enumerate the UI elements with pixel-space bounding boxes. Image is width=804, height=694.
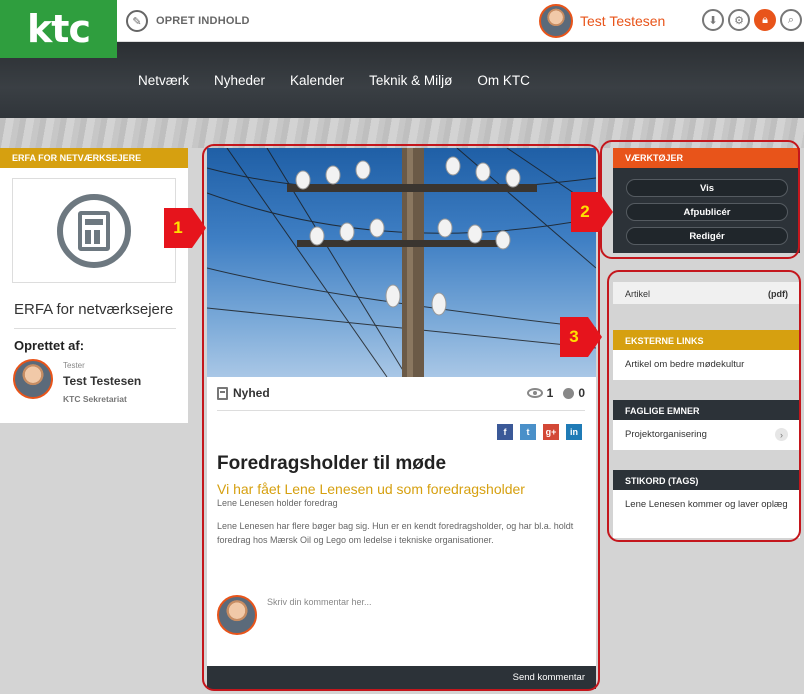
creator-organization: KTC Sekretariat — [63, 394, 127, 404]
creator-role: Tester — [63, 361, 85, 370]
power-pole-illustration — [207, 148, 596, 377]
comment-count: 0 — [578, 386, 585, 400]
lock-icon[interactable]: 🔒︎ — [754, 9, 776, 31]
view-count: 1 — [546, 386, 554, 400]
user-avatar — [539, 4, 573, 38]
nav-item-nyheder[interactable]: Nyheder — [214, 73, 265, 88]
attachment-label: Artikel — [625, 289, 651, 299]
creator-name[interactable]: Test Testesen — [63, 374, 141, 388]
calculator-icon — [57, 193, 131, 268]
nav-item-netvaerk[interactable]: Netværk — [138, 73, 189, 88]
google-plus-icon[interactable]: g+ — [543, 424, 559, 440]
group-image[interactable] — [12, 178, 176, 283]
main-nav: Netværk Nyheder Kalender Teknik & Miljø … — [138, 73, 530, 88]
creator-avatar[interactable] — [13, 359, 53, 399]
article-body: Lene Lenesen har flere bøger bag sig. Hu… — [217, 521, 574, 545]
create-content-label: OPRET INDHOLD — [156, 15, 250, 27]
tools-panel: VÆRKTØJER Vis Afpublicér Redigér — [613, 148, 800, 253]
twitter-icon[interactable]: t — [520, 424, 536, 440]
external-links-header: EKSTERNE LINKS — [613, 330, 800, 350]
news-icon — [217, 386, 228, 400]
article-title: Foredragsholder til møde — [217, 453, 447, 474]
edit-button[interactable]: Redigér — [626, 227, 788, 245]
facebook-icon[interactable]: f — [497, 424, 513, 440]
created-by-label: Oprettet af: — [14, 338, 85, 353]
main-navigation-band: Netværk Nyheder Kalender Teknik & Miljø … — [0, 42, 804, 118]
attachment-format: (pdf) — [768, 289, 788, 299]
chevron-right-icon[interactable]: › — [775, 428, 788, 441]
nav-item-kalender[interactable]: Kalender — [290, 73, 344, 88]
comment-input[interactable]: Skriv din kommentar her... — [267, 597, 372, 607]
linkedin-icon[interactable]: in — [566, 424, 582, 440]
callout-3: 3 — [560, 317, 602, 357]
ktc-logo[interactable]: ktc — [0, 0, 117, 58]
top-bar: ✎ OPRET INDHOLD Test Testesen ⬇ ⚙ 🔒︎ ⌕ — [0, 0, 804, 42]
nav-item-om-ktc[interactable]: Om KTC — [477, 73, 530, 88]
gear-icon[interactable]: ⚙ — [728, 9, 750, 31]
header-tools: ⬇ ⚙ 🔒︎ ⌕ — [702, 9, 802, 31]
external-links-list: Artikel om bedre mødekultur — [613, 350, 800, 380]
tag-item[interactable]: Lene Lenesen kommer og laver oplæg — [625, 499, 788, 510]
subjects-list: Projektorganisering › — [613, 420, 800, 450]
subjects-header: FAGLIGE EMNER — [613, 400, 800, 420]
group-card: ERFA FOR NETVÆRKSEJERE ERFA for netværks… — [0, 148, 188, 423]
group-header: ERFA FOR NETVÆRKSEJERE — [0, 148, 188, 168]
callout-2: 2 — [571, 192, 613, 232]
tags-list: Lene Lenesen kommer og laver oplæg — [613, 490, 800, 538]
subject-item[interactable]: Projektorganisering — [625, 429, 707, 440]
article-meta: Nyhed 1 0 — [217, 386, 585, 400]
view-button[interactable]: Vis — [626, 179, 788, 197]
article-type: Nyhed — [217, 386, 270, 400]
divider — [14, 328, 176, 329]
share-buttons: f t g+ in — [497, 424, 582, 440]
group-title[interactable]: ERFA for netværksejere — [14, 301, 173, 318]
user-menu[interactable]: Test Testesen — [539, 4, 665, 38]
divider — [217, 410, 585, 411]
download-icon[interactable]: ⬇ — [702, 9, 724, 31]
commenter-avatar — [217, 595, 257, 635]
attachment-link[interactable]: Artikel (pdf) — [613, 282, 800, 304]
article-type-label: Nyhed — [233, 386, 270, 400]
article-photo — [207, 148, 596, 377]
article-card: Nyhed 1 0 f t g+ in Foredragsholder til … — [207, 148, 596, 689]
tools-header: VÆRKTØJER — [613, 148, 800, 168]
send-comment-button[interactable]: Send kommentar — [513, 672, 585, 683]
callout-1: 1 — [164, 208, 206, 248]
unpublish-button[interactable]: Afpublicér — [626, 203, 788, 221]
external-link-item[interactable]: Artikel om bedre mødekultur — [625, 359, 744, 370]
create-content-button[interactable]: ✎ OPRET INDHOLD — [126, 10, 250, 32]
edit-icon: ✎ — [126, 10, 148, 32]
user-name: Test Testesen — [580, 13, 666, 29]
search-icon[interactable]: ⌕ — [780, 9, 802, 31]
article-subtitle: Vi har fået Lene Lenesen ud som foredrag… — [217, 481, 525, 497]
nav-item-teknik-miljo[interactable]: Teknik & Miljø — [369, 73, 452, 88]
eye-icon — [526, 388, 543, 398]
tags-header: STIKORD (TAGS) — [613, 470, 800, 490]
article-byline: Lene Lenesen holder foredrag — [217, 498, 338, 508]
background-texture — [0, 118, 804, 148]
send-comment-bar: Send kommentar — [207, 666, 596, 689]
comment-icon — [563, 387, 575, 399]
article-stats: 1 0 — [526, 386, 585, 400]
